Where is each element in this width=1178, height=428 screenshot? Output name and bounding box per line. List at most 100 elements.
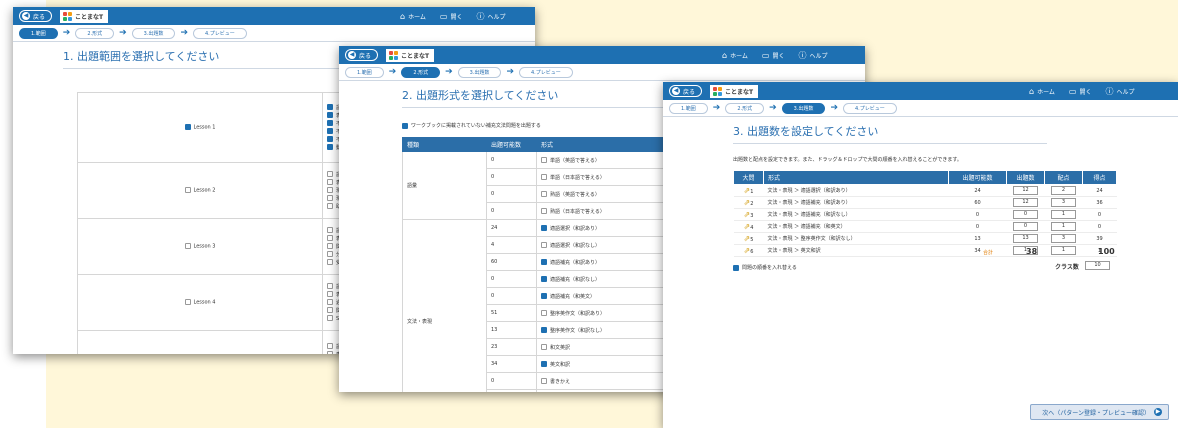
question-no-cell[interactable]: ⇗1	[733, 184, 764, 197]
question-no-cell[interactable]: ⇗4	[733, 220, 764, 233]
points-input[interactable]: 1	[1051, 210, 1076, 219]
checkbox[interactable]	[184, 243, 191, 250]
count-input[interactable]: 0	[1013, 210, 1038, 219]
checkbox[interactable]	[327, 291, 333, 297]
help-link[interactable]: ⓘ ヘルプ	[798, 50, 827, 61]
checkbox[interactable]	[541, 327, 547, 333]
count-input[interactable]: 12	[1013, 186, 1038, 195]
checkbox[interactable]	[184, 124, 191, 131]
checkbox[interactable]	[327, 299, 333, 305]
checkbox[interactable]	[327, 203, 333, 209]
step-count[interactable]: 3.出題数	[131, 27, 176, 39]
step-format[interactable]: 2.形式	[401, 66, 441, 78]
step-preview[interactable]: 4.プレビュー	[842, 102, 897, 114]
checkbox[interactable]	[327, 259, 333, 265]
question-row[interactable]: ⇗3 文法・表現 ＞ 適語補充（和訳なし） 0 0 1 0	[733, 208, 1117, 221]
help-link[interactable]: ⓘ ヘルプ	[476, 11, 505, 22]
checkbox[interactable]	[184, 187, 191, 194]
step-count[interactable]: 3.出題数	[781, 102, 826, 114]
question-no-cell[interactable]: ⇗5	[733, 232, 764, 245]
checkbox[interactable]	[327, 187, 333, 193]
checkbox[interactable]	[541, 208, 547, 214]
checkbox[interactable]	[327, 179, 333, 185]
points-input[interactable]: 2	[1051, 186, 1076, 195]
checkbox[interactable]	[541, 191, 547, 197]
step-format[interactable]: 2.形式	[75, 27, 115, 39]
checkbox[interactable]	[184, 299, 191, 306]
points-input[interactable]: 3	[1051, 198, 1076, 207]
checkbox[interactable]	[327, 144, 333, 150]
lesson-cell[interactable]: Lesson 5	[77, 330, 323, 354]
shuffle-option[interactable]: 問題の順番を入れ替える	[733, 264, 797, 271]
available-count: 4	[486, 236, 537, 254]
checkbox[interactable]	[541, 225, 547, 231]
question-row[interactable]: ⇗6 文法・表現 ＞ 英文和訳 34 1 1 1	[733, 244, 1117, 257]
checkbox[interactable]	[327, 351, 333, 354]
checkbox[interactable]	[541, 378, 547, 384]
checkbox[interactable]	[327, 235, 333, 241]
checkbox[interactable]	[541, 276, 547, 282]
checkbox[interactable]	[541, 157, 547, 163]
lesson-cell[interactable]: Lesson 4	[77, 274, 323, 331]
lesson-cell[interactable]: Lesson 3	[77, 218, 323, 275]
checkbox[interactable]	[541, 344, 547, 350]
home-link[interactable]: ⌂ ホーム	[722, 51, 748, 60]
step-range[interactable]: 1.範囲	[669, 102, 708, 114]
points-input[interactable]: 3	[1051, 234, 1076, 243]
class-count-input[interactable]: 10	[1085, 261, 1110, 270]
checkbox[interactable]	[733, 264, 739, 271]
help-link[interactable]: ⓘ ヘルプ	[1105, 86, 1134, 97]
checkbox[interactable]	[327, 227, 333, 233]
checkbox[interactable]	[541, 242, 547, 248]
lesson-cell[interactable]: Lesson 2	[77, 162, 323, 219]
step-count[interactable]: 3.出題数	[457, 66, 502, 78]
checkbox[interactable]	[327, 104, 333, 110]
checkbox[interactable]	[327, 315, 333, 321]
checkbox[interactable]	[327, 112, 333, 118]
step-range[interactable]: 1.範囲	[19, 27, 58, 39]
checkbox[interactable]	[327, 128, 333, 134]
next-button[interactable]: 次へ（パターン登録・プレビュー確認） ▶	[1030, 404, 1169, 420]
checkbox[interactable]	[327, 120, 333, 126]
checkbox[interactable]	[402, 122, 408, 129]
points-input[interactable]: 1	[1051, 222, 1076, 231]
checkbox[interactable]	[327, 251, 333, 257]
question-no-cell[interactable]: ⇗2	[733, 196, 764, 209]
back-button[interactable]: ◀ 戻る	[669, 85, 703, 97]
home-link[interactable]: ⌂ ホーム	[1029, 87, 1055, 96]
checkbox[interactable]	[327, 136, 333, 142]
checkbox[interactable]	[541, 310, 547, 316]
checkbox[interactable]	[541, 259, 547, 265]
points-input[interactable]: 1	[1051, 246, 1076, 255]
checkbox[interactable]	[327, 343, 333, 349]
question-no-cell[interactable]: ⇗3	[733, 208, 764, 221]
step-preview[interactable]: 4.プレビュー	[192, 27, 247, 39]
question-row[interactable]: ⇗4 文法・表現 ＞ 適語補充（和英文） 0 0 1 0	[733, 220, 1117, 233]
points-cell: 1	[1044, 244, 1083, 257]
count-input[interactable]: 12	[1013, 198, 1038, 207]
step-preview[interactable]: 4.プレビュー	[518, 66, 573, 78]
question-row[interactable]: ⇗1 文法・表現 ＞ 適語選択（和訳あり） 24 12 2 24	[733, 184, 1117, 197]
checkbox[interactable]	[541, 361, 547, 367]
checkbox[interactable]	[541, 174, 547, 180]
open-link[interactable]: ▭ 開く	[762, 51, 785, 60]
checkbox[interactable]	[327, 307, 333, 313]
lesson-cell[interactable]: Lesson 1	[77, 92, 323, 163]
question-row[interactable]: ⇗5 文法・表現 ＞ 整序英作文（和訳なし） 13 13 3 39	[733, 232, 1117, 245]
step-format[interactable]: 2.形式	[725, 102, 765, 114]
home-link[interactable]: ⌂ ホーム	[400, 12, 426, 21]
back-button[interactable]: ◀ 戻る	[345, 49, 379, 61]
checkbox[interactable]	[327, 171, 333, 177]
question-row[interactable]: ⇗2 文法・表現 ＞ 適語補充（和訳あり） 60 12 3 36	[733, 196, 1117, 209]
checkbox[interactable]	[327, 243, 333, 249]
open-link[interactable]: ▭ 開く	[1069, 87, 1092, 96]
step-range[interactable]: 1.範囲	[345, 66, 384, 78]
count-input[interactable]: 0	[1013, 222, 1038, 231]
checkbox[interactable]	[327, 283, 333, 289]
checkbox[interactable]	[327, 195, 333, 201]
checkbox[interactable]	[541, 293, 547, 299]
back-button[interactable]: ◀ 戻る	[19, 10, 53, 22]
count-input[interactable]: 13	[1013, 234, 1038, 243]
open-link[interactable]: ▭ 開く	[440, 12, 463, 21]
question-no-cell[interactable]: ⇗6	[733, 244, 764, 257]
